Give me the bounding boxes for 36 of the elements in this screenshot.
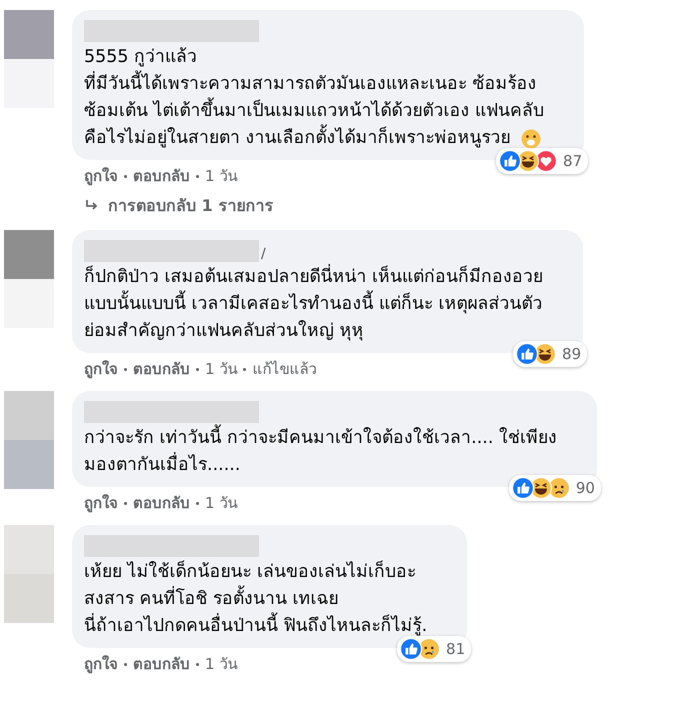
meta-text: 1 วัน bbox=[205, 166, 238, 186]
action-link[interactable]: ตอบกลับ bbox=[133, 654, 190, 674]
action-link[interactable]: ถูกใจ bbox=[84, 493, 118, 513]
comment-text: 5555 กูว่าแล้ว bbox=[84, 46, 198, 69]
action-link[interactable]: ถูกใจ bbox=[84, 166, 118, 186]
haha-reaction-icon bbox=[530, 477, 552, 499]
meta-text: แก้ไขแล้ว bbox=[252, 359, 316, 379]
comment-text: มองตากันเมื่อไร...... bbox=[84, 452, 240, 479]
like-reaction-icon bbox=[499, 150, 522, 172]
comment-text: ที่มีวันนี้ได้เพราะความสามารถตัวมันเองแหละเนอะ ซ้อมร้อง bbox=[84, 71, 537, 98]
comment-text: ก็ปกติป่าว เสมอต้นเสมอปลายดีนี่หน่า เห็นแต่ก่อนก็มีกองอวย bbox=[84, 264, 544, 291]
action-link[interactable]: ตอบกลับ bbox=[133, 493, 190, 513]
meta-text: 1 วัน bbox=[205, 493, 238, 513]
like-reaction-icon bbox=[512, 477, 534, 499]
sad-reaction-icon bbox=[548, 477, 570, 499]
action-link[interactable]: ถูกใจ bbox=[84, 359, 118, 379]
replies-link[interactable]: การตอบกลับ 1 รายการ bbox=[84, 196, 274, 216]
like-reaction-icon bbox=[400, 638, 422, 660]
meta-text: 1 วัน bbox=[205, 359, 238, 379]
comment-text: ซ้อมเต้น ไต่เต้าขึ้นมาเป็นเมมแถวหน้าได้ด้วยตัวเอง แฟนคลับ bbox=[84, 98, 544, 125]
comment-text: กว่าจะรัก เท่าวันนี้ กว่าจะมีคนมาเข้าใจต้องใช้เวลา.... ใช่เพียง bbox=[84, 425, 557, 452]
name-fragment: / bbox=[261, 246, 266, 262]
reaction-badge[interactable]: 81 bbox=[397, 636, 472, 662]
action-link[interactable]: ตอบกลับ bbox=[133, 166, 190, 186]
comment-text: เห้ยย ไม่ใช้เด็กน้อยนะ เล่นของเล่นไม่เก็บอะ bbox=[84, 560, 416, 584]
comment-text: สงสาร คนที่โอชิ รอตั้งนาน เทเฉย bbox=[84, 586, 339, 613]
action-link[interactable]: ถูกใจ bbox=[84, 654, 118, 674]
emoji-icon bbox=[520, 128, 541, 148]
reaction-badge[interactable]: 87 bbox=[496, 148, 588, 174]
action-link[interactable]: ตอบกลับ bbox=[133, 359, 190, 379]
reaction-badge[interactable]: 89 bbox=[513, 341, 588, 367]
like-reaction-icon bbox=[516, 343, 538, 365]
comment-text: ย่อมสำคัญกว่าแฟนคลับส่วนใหญ่ หุหุ bbox=[84, 319, 364, 343]
reaction-badge[interactable]: 90 bbox=[508, 475, 601, 501]
meta-text: 1 วัน bbox=[205, 654, 238, 674]
comment-text: แบบนั้นแบบนี้ เวลามีเคสอะไรทำนองนี้ แต่ก็นะ เหตุผลส่วนตัว bbox=[84, 291, 543, 318]
